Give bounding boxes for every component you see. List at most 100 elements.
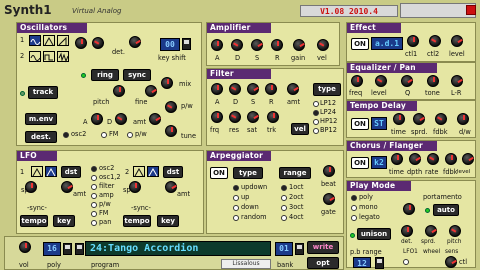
pb-range-switch[interactable] <box>375 257 384 269</box>
arp-down-radio[interactable] <box>233 205 239 211</box>
lfo-pw-radio[interactable] <box>91 202 97 208</box>
amp-gain-knob[interactable] <box>293 39 305 51</box>
chorus-time-knob[interactable] <box>391 153 403 165</box>
lfo2-key-button[interactable]: key <box>157 215 179 227</box>
lfo1-wave-icon[interactable] <box>31 166 43 177</box>
lfo-amp-radio[interactable] <box>91 193 97 199</box>
unison-pitch-knob[interactable] <box>449 225 461 237</box>
polyphony-display[interactable]: 16 <box>43 242 61 256</box>
arp-gate-knob[interactable] <box>323 193 335 205</box>
lfo1-amt-knob[interactable] <box>61 181 73 193</box>
arp-on-button[interactable]: ON <box>210 167 228 179</box>
osc1-sine-icon[interactable] <box>29 35 41 46</box>
lfo1-dst-button[interactable]: dst <box>61 166 81 178</box>
lfo2-tri-icon[interactable] <box>147 166 159 177</box>
filter-res-knob[interactable] <box>229 111 241 123</box>
effect-level-knob[interactable] <box>451 35 463 47</box>
filter-sat-knob[interactable] <box>247 111 259 123</box>
arp-4oct-radio[interactable] <box>281 215 287 221</box>
program-name-display[interactable]: 24:Tango Accordion <box>85 241 271 256</box>
dest-button[interactable]: dest. <box>25 131 57 143</box>
arp-type-button[interactable]: type <box>233 167 263 179</box>
arp-up-radio[interactable] <box>233 195 239 201</box>
lfo2-tempo-button[interactable]: tempo <box>123 215 151 227</box>
delay-sprd-knob[interactable] <box>413 113 425 125</box>
delay-on-button[interactable]: ON <box>351 118 369 130</box>
legato-radio[interactable] <box>351 215 357 221</box>
amp-r-knob[interactable] <box>271 39 283 51</box>
portamento-knob[interactable] <box>403 203 415 215</box>
amp-s-knob[interactable] <box>251 39 263 51</box>
osc2-sine-icon[interactable] <box>29 51 41 62</box>
lfo-pan-radio[interactable] <box>91 220 97 226</box>
delay-dw-knob[interactable] <box>457 113 469 125</box>
filter-r-knob[interactable] <box>265 83 277 95</box>
amp-a-knob[interactable] <box>211 39 223 51</box>
osc2-radio[interactable] <box>63 132 69 138</box>
options-button[interactable]: opt <box>307 257 339 269</box>
menv-d-knob[interactable] <box>115 113 127 125</box>
chorus-fdbk-knob[interactable] <box>445 153 457 165</box>
det-knob[interactable] <box>129 36 141 48</box>
auto-button[interactable]: auto <box>433 204 459 216</box>
osc-knob-2[interactable] <box>92 37 104 49</box>
lfo-osc12-radio[interactable] <box>91 175 97 181</box>
filter-trk-knob[interactable] <box>267 111 279 123</box>
fine-knob[interactable] <box>145 85 157 97</box>
chorus-type-display[interactable]: k2 <box>371 156 387 169</box>
eq-q-knob[interactable] <box>401 75 413 87</box>
volume-knob[interactable] <box>19 241 31 253</box>
polyphony-switch[interactable] <box>63 243 72 255</box>
eq-level-knob[interactable] <box>375 75 387 87</box>
track-button[interactable]: track <box>28 86 58 99</box>
amp-vel-knob[interactable] <box>317 39 329 51</box>
arp-beat-knob[interactable] <box>323 165 335 177</box>
osc1-saw-icon[interactable] <box>57 35 69 46</box>
bp12-radio[interactable] <box>313 128 319 134</box>
lfo2-spd-knob[interactable] <box>129 181 141 193</box>
osc1-tri-icon[interactable] <box>43 35 55 46</box>
hp12-radio[interactable] <box>313 119 319 125</box>
key-shift-display[interactable]: 00 <box>160 38 180 51</box>
key-shift-switch[interactable] <box>182 38 191 50</box>
delay-st-display[interactable]: ST <box>371 117 387 130</box>
eq-tone-knob[interactable] <box>427 75 439 87</box>
filter-amt-knob[interactable] <box>287 83 299 95</box>
arp-1oct-radio[interactable] <box>281 185 287 191</box>
filter-type-button[interactable]: type <box>313 83 341 96</box>
amp-d-knob[interactable] <box>231 39 243 51</box>
filter-d-knob[interactable] <box>229 83 241 95</box>
wheel-sens-knob[interactable] <box>445 256 457 268</box>
delay-time-knob[interactable] <box>393 113 405 125</box>
pw-radio[interactable] <box>127 132 133 138</box>
menv-button[interactable]: m.env <box>25 113 57 125</box>
arp-2oct-radio[interactable] <box>281 195 287 201</box>
poly-radio[interactable] <box>351 195 357 201</box>
mono-radio[interactable] <box>351 205 357 211</box>
stop-icon[interactable] <box>466 5 476 15</box>
effect-type-display[interactable]: a.d.1 <box>371 37 403 50</box>
effect-ctl1-knob[interactable] <box>407 35 419 47</box>
filter-vel-button[interactable]: vel <box>291 123 309 135</box>
chorus-dpth-knob[interactable] <box>409 153 421 165</box>
menv-amt-knob[interactable] <box>149 113 161 125</box>
write-button[interactable]: write <box>307 241 339 254</box>
chorus-on-button[interactable]: ON <box>351 157 369 169</box>
osc-knob-1[interactable] <box>75 37 87 49</box>
lfo-filter-radio[interactable] <box>91 184 97 190</box>
ctl-radio[interactable] <box>403 259 409 265</box>
fm-radio[interactable] <box>101 132 107 138</box>
lfo2-amt-knob[interactable] <box>165 181 177 193</box>
arp-range-button[interactable]: range <box>279 167 311 179</box>
pw-knob[interactable] <box>165 101 177 113</box>
filter-s-knob[interactable] <box>247 83 259 95</box>
unison-sprd-knob[interactable] <box>425 225 437 237</box>
delay-fdbk-knob[interactable] <box>435 113 447 125</box>
lfo1-spd-knob[interactable] <box>25 181 37 193</box>
osc2-noise-icon[interactable] <box>57 51 69 63</box>
arp-3oct-radio[interactable] <box>281 205 287 211</box>
mix-knob[interactable] <box>161 77 173 89</box>
ring-button[interactable]: ring <box>91 69 119 81</box>
pitch-knob[interactable] <box>113 85 125 97</box>
chorus-level-knob[interactable] <box>462 153 474 165</box>
